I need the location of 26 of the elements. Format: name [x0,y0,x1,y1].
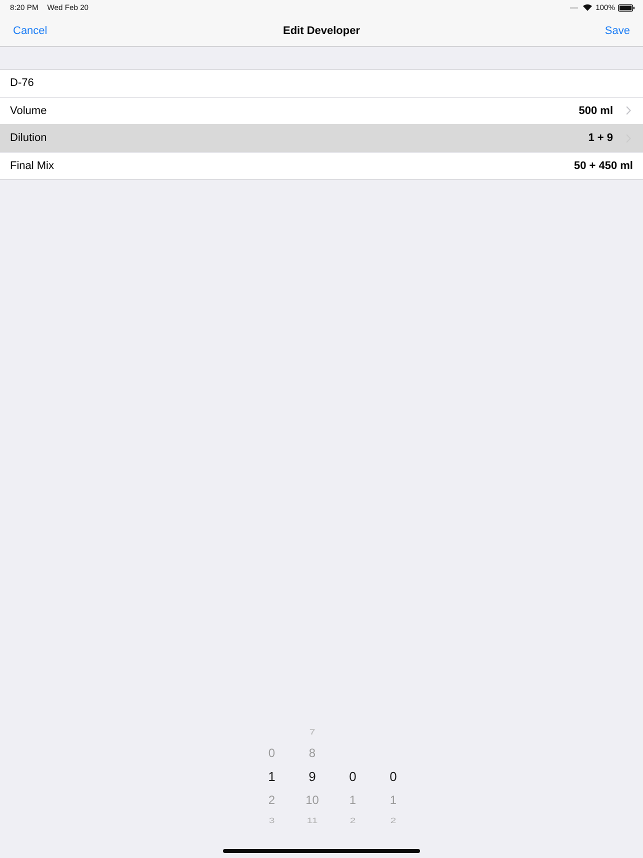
picker-option[interactable]: 0 [349,764,356,789]
picker-option[interactable]: 1 [349,789,356,811]
picker-option[interactable]: 0 [390,764,397,789]
wifi-icon [582,4,592,11]
picker-option[interactable]: 10 [306,789,319,811]
nav-title: Edit Developer [282,24,360,36]
form-row[interactable]: Final Mix 50 + 450 ml [0,152,643,179]
picker-option[interactable]: 1 [390,789,397,811]
save-button[interactable]: Save [602,22,633,38]
form-row[interactable]: Volume 500 ml [0,96,643,124]
row-value: 1 + 9 [588,132,613,144]
chevron-icon [626,106,631,116]
row-value: 500 ml [578,104,613,117]
cancel-button[interactable]: Cancel [10,22,50,38]
picker-option[interactable]: 9 [308,764,316,789]
picker-option[interactable]: 8 [308,742,316,764]
row-label: Volume [10,104,48,117]
row-label: Final Mix [10,160,56,172]
picker-option[interactable]: 1 [268,764,276,789]
battery-icon [618,4,635,12]
picker-option[interactable]: 2 [268,789,276,811]
row-value: 50 + 450 ml [574,160,633,172]
name-field[interactable]: D-76 [0,69,643,96]
picker-option[interactable]: 0 [268,742,276,764]
row-label: Dilution [10,132,48,144]
form-row[interactable]: Dilution 1 + 9 [0,124,643,152]
